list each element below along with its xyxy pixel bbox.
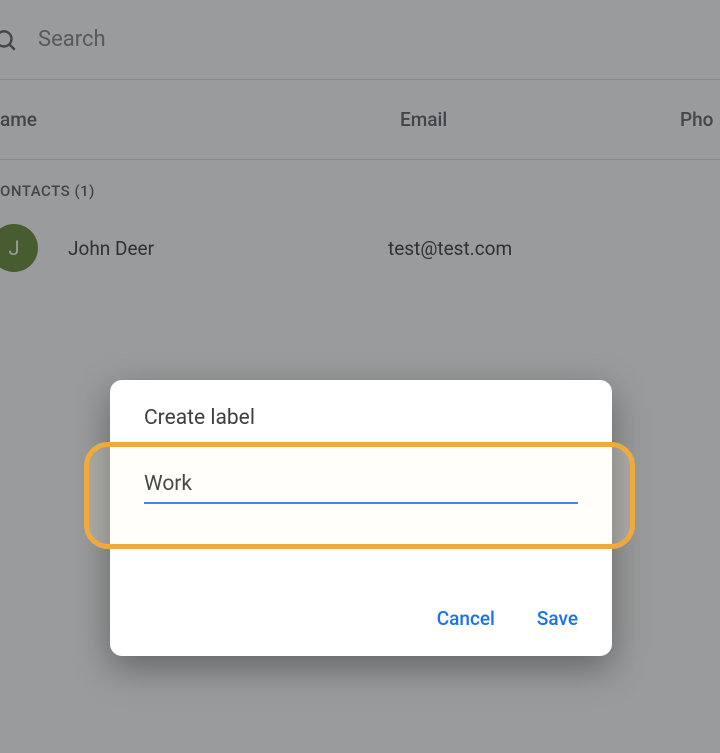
save-button[interactable]: Save	[537, 607, 578, 630]
cancel-button[interactable]: Cancel	[437, 607, 495, 630]
label-name-input[interactable]	[144, 468, 578, 504]
create-label-dialog: Create label Cancel Save	[110, 380, 612, 656]
dialog-title: Create label	[144, 406, 578, 430]
dialog-actions: Cancel Save	[437, 607, 578, 630]
